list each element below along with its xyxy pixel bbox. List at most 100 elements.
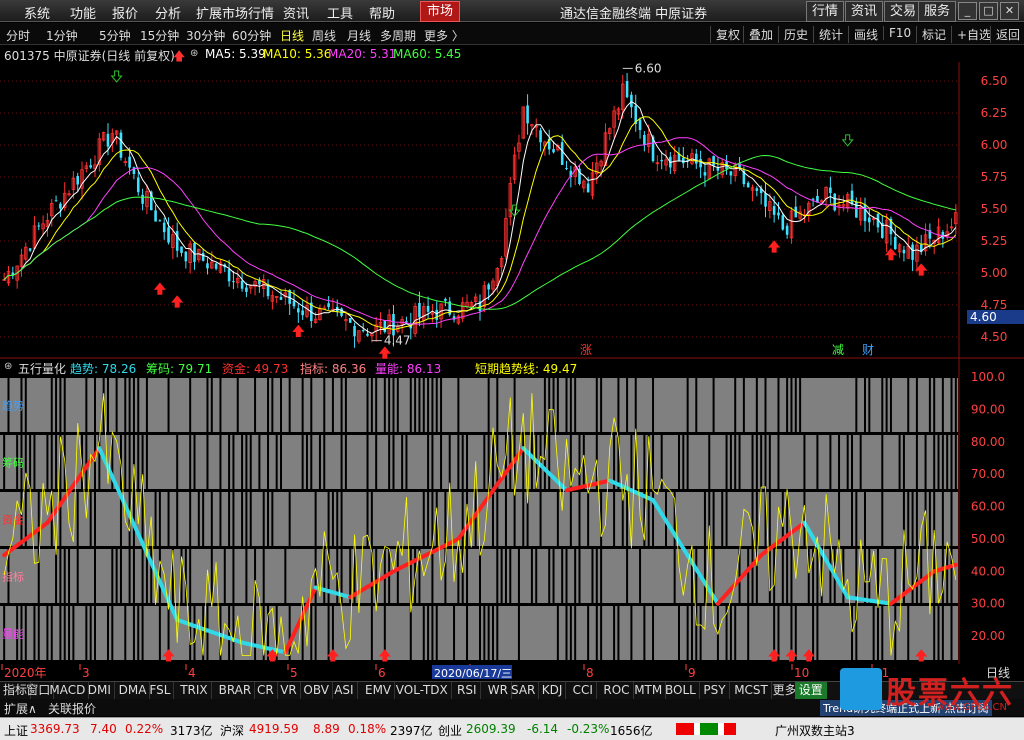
- menu-news[interactable]: 资讯: [283, 3, 309, 22]
- indicator-stripe: [249, 435, 252, 489]
- tab-brar[interactable]: BRAR: [216, 682, 256, 699]
- tool-back[interactable]: 返回: [990, 26, 1020, 43]
- period-monthly[interactable]: 月线: [347, 27, 371, 44]
- time-label: 2020年: [4, 666, 47, 680]
- sh-pct: 0.22%: [125, 722, 164, 736]
- tab-dmi[interactable]: DMI: [85, 682, 115, 699]
- menu-extended-market[interactable]: 扩展市场行情: [196, 3, 274, 22]
- period-multi[interactable]: 多周期: [380, 27, 416, 44]
- tab-psy[interactable]: PSY: [700, 682, 730, 699]
- tab-mcst[interactable]: MCST: [731, 682, 772, 699]
- period-5min[interactable]: 5分钟: [99, 27, 131, 44]
- menu-help[interactable]: 帮助: [369, 3, 395, 22]
- period-30min[interactable]: 30分钟: [186, 27, 225, 44]
- close-icon[interactable]: ✕: [1000, 2, 1019, 20]
- tab-macd[interactable]: MACD: [46, 682, 90, 699]
- period-weekly[interactable]: 周线: [312, 27, 336, 44]
- indicator-stripe: [33, 606, 36, 660]
- indicator-stripe: [556, 492, 559, 546]
- tab-kdj[interactable]: KDJ: [539, 682, 567, 699]
- tab-fsl[interactable]: FSL: [146, 682, 175, 699]
- indicator-stripe: [643, 435, 646, 489]
- quote-button[interactable]: 行情: [806, 1, 845, 22]
- menu-system[interactable]: 系统: [24, 3, 50, 22]
- indicator-stripe: [366, 378, 369, 432]
- indicator-stripe: [280, 378, 283, 432]
- period-daily[interactable]: 日线: [280, 27, 304, 44]
- candle-body: [630, 94, 633, 108]
- tool-history[interactable]: 历史: [778, 26, 808, 43]
- candle-body: [227, 269, 231, 282]
- period-60min[interactable]: 60分钟: [232, 27, 271, 44]
- indicator-name[interactable]: 五行量化: [18, 360, 66, 377]
- tool-adjust[interactable]: 复权: [710, 26, 740, 43]
- tab-cci[interactable]: CCI: [570, 682, 597, 699]
- indicator-stripe: [228, 435, 231, 489]
- indicator-stripe: [50, 606, 53, 660]
- indicator-stripe: [132, 549, 135, 603]
- candle-body: [893, 236, 897, 250]
- tool-statistics[interactable]: 统计: [813, 26, 843, 43]
- trade-button[interactable]: 交易: [884, 1, 923, 22]
- tab-obv[interactable]: OBV: [300, 682, 333, 699]
- indicator-stripe: [556, 378, 559, 432]
- maximize-icon[interactable]: □: [979, 2, 998, 20]
- period-15min[interactable]: 15分钟: [140, 27, 179, 44]
- chart-info-bar: 601375 中原证券(日线 前复权) 🡅 ⊛ MA5: 5.39 MA10: …: [0, 46, 1024, 63]
- tool-mark[interactable]: 标记: [916, 26, 946, 43]
- tab-vr[interactable]: VR: [277, 682, 301, 699]
- indicator-settings-icon[interactable]: ⊛: [4, 361, 12, 372]
- tab-trix[interactable]: TRIX: [177, 682, 212, 699]
- tab-cr[interactable]: CR: [254, 682, 278, 699]
- tool-draw[interactable]: 画线: [848, 26, 878, 43]
- tab-sar[interactable]: SAR: [508, 682, 540, 699]
- indicator-stripe: [937, 606, 940, 660]
- watermark-logo-icon: [840, 668, 882, 710]
- menu-quote[interactable]: 报价: [112, 3, 138, 22]
- tab-boll[interactable]: BOLL: [662, 682, 700, 699]
- tool-overlay[interactable]: 叠加: [743, 26, 773, 43]
- cy-label: 创业: [438, 724, 463, 738]
- indicator-stripe: [431, 549, 434, 603]
- band-label: 资金: [2, 513, 24, 527]
- tab-rsi[interactable]: RSI: [454, 682, 481, 699]
- indicator-stripe: [59, 606, 62, 660]
- indicator-stripe: [431, 435, 434, 489]
- tool-add-watchlist[interactable]: +自选: [951, 26, 991, 43]
- tab-mtm[interactable]: MTM: [631, 682, 667, 699]
- menu-tools[interactable]: 工具: [327, 3, 353, 22]
- menu-function[interactable]: 功能: [70, 3, 96, 22]
- indicator-stripe: [457, 378, 460, 432]
- broker-server[interactable]: 广州双数主站3: [775, 722, 855, 739]
- tab-emv[interactable]: EMV: [362, 682, 396, 699]
- green-down-arrow-icon: [841, 134, 854, 147]
- indicator-stripe: [275, 435, 278, 489]
- candle-body: [902, 249, 906, 254]
- tab-vol-tdx[interactable]: VOL-TDX: [393, 682, 452, 699]
- related-quote[interactable]: 关联报价: [48, 700, 96, 717]
- tab-dma[interactable]: DMA: [116, 682, 151, 699]
- candle-body: [245, 287, 248, 292]
- tab-asi[interactable]: ASI: [331, 682, 358, 699]
- period-1min[interactable]: 1分钟: [46, 27, 78, 44]
- indicator-stripe: [565, 549, 568, 603]
- info-button[interactable]: 资讯: [845, 1, 884, 22]
- event-marker: 涨: [580, 342, 592, 357]
- cy-change: -6.14: [527, 722, 559, 736]
- indicator-stripe: [267, 378, 270, 432]
- menu-analysis[interactable]: 分析: [155, 3, 181, 22]
- tool-f10[interactable]: F10: [883, 26, 911, 40]
- minimize-icon[interactable]: _: [958, 2, 977, 20]
- period-more[interactable]: 更多 〉: [424, 27, 464, 44]
- settings-icon[interactable]: ⊛: [190, 48, 198, 59]
- extend-toggle[interactable]: 扩展∧: [4, 700, 37, 717]
- market-tab[interactable]: 市场: [420, 1, 461, 22]
- candle-body: [162, 222, 166, 233]
- tab-settings[interactable]: 设置: [794, 682, 827, 699]
- indicator-stripe: [829, 435, 832, 489]
- indicator-stripe: [677, 606, 680, 660]
- indicator-stripe: [517, 606, 520, 660]
- period-minute[interactable]: 分时: [6, 27, 30, 44]
- tab-roc[interactable]: ROC: [600, 682, 634, 699]
- service-button[interactable]: 服务: [918, 1, 957, 22]
